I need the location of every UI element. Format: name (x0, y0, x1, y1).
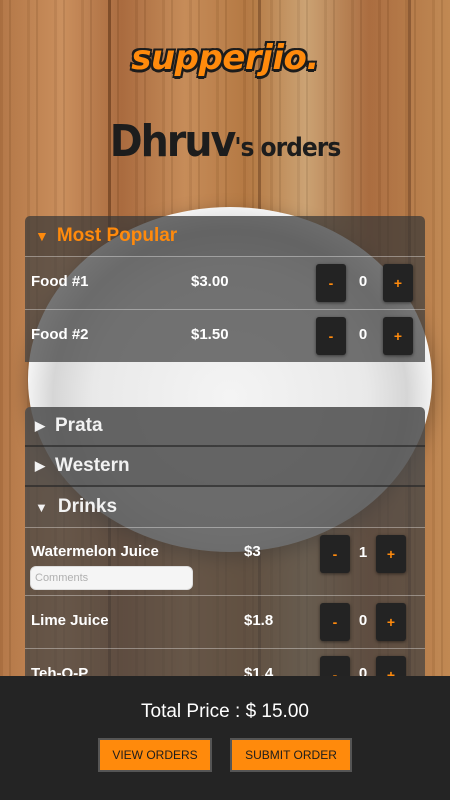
increment-button[interactable]: + (376, 603, 406, 641)
category-prata[interactable]: ▶ Prata (25, 407, 425, 447)
category-label: Drinks (57, 496, 118, 517)
view-orders-button[interactable]: VIEW ORDERS (98, 738, 212, 772)
total-value: $ 15.00 (245, 701, 309, 722)
order-footer: Total Price : $ 15.00 VIEW ORDERS SUBMIT… (0, 676, 450, 800)
total-price: Total Price : $ 15.00 (0, 701, 450, 723)
list-item: Food #1 $3.00 - 0 + (25, 256, 425, 309)
caret-right-icon: ▶ (35, 418, 45, 433)
decrement-button[interactable]: - (320, 603, 350, 641)
item-name: Food #2 (31, 326, 89, 343)
category-drinks[interactable]: ▼ Drinks (25, 487, 425, 527)
comments-input[interactable]: Comments (30, 566, 193, 590)
quantity-value: 1 (358, 544, 368, 561)
item-name: Food #1 (31, 273, 89, 290)
decrement-button[interactable]: - (316, 317, 346, 355)
quantity-value: 0 (358, 273, 368, 290)
decrement-button[interactable]: - (320, 535, 350, 573)
list-item: Watermelon Juice $3 Comments - 1 + (25, 527, 425, 595)
page-title: Dhruv's orders (0, 116, 450, 167)
category-western[interactable]: ▶ Western (25, 447, 425, 487)
item-name: Watermelon Juice (31, 543, 159, 560)
total-label: Total Price : (141, 701, 241, 722)
user-name: Dhruv (109, 116, 237, 167)
section-title: Most Popular (56, 225, 178, 246)
most-popular-section: ▼ Most Popular Food #1 $3.00 - 0 + Food … (25, 216, 425, 362)
caret-right-icon: ▶ (35, 458, 45, 473)
submit-order-button[interactable]: SUBMIT ORDER (230, 738, 352, 772)
item-price: $3.00 (191, 273, 229, 290)
caret-down-icon: ▼ (35, 228, 49, 244)
app-logo: supperjio. (131, 38, 319, 78)
category-label: Western (55, 455, 130, 476)
increment-button[interactable]: + (383, 264, 413, 302)
item-price: $1.50 (191, 326, 229, 343)
increment-button[interactable]: + (376, 535, 406, 573)
quantity-value: 0 (358, 612, 368, 629)
title-suffix: 's orders (234, 133, 341, 163)
caret-down-icon: ▼ (35, 499, 48, 515)
item-price: $1.8 (244, 612, 274, 629)
most-popular-header[interactable]: ▼ Most Popular (25, 216, 425, 256)
quantity-value: 0 (358, 326, 368, 343)
increment-button[interactable]: + (383, 317, 413, 355)
list-item: Lime Juice $1.8 - 0 + (25, 595, 425, 648)
decrement-button[interactable]: - (316, 264, 346, 302)
categories-section: ▶ Prata ▶ Western ▼ Drinks Watermelon Ju… (25, 407, 425, 701)
item-price: $3 (244, 543, 261, 560)
category-label: Prata (55, 415, 103, 436)
list-item: Food #2 $1.50 - 0 + (25, 309, 425, 362)
item-name: Lime Juice (31, 612, 109, 629)
